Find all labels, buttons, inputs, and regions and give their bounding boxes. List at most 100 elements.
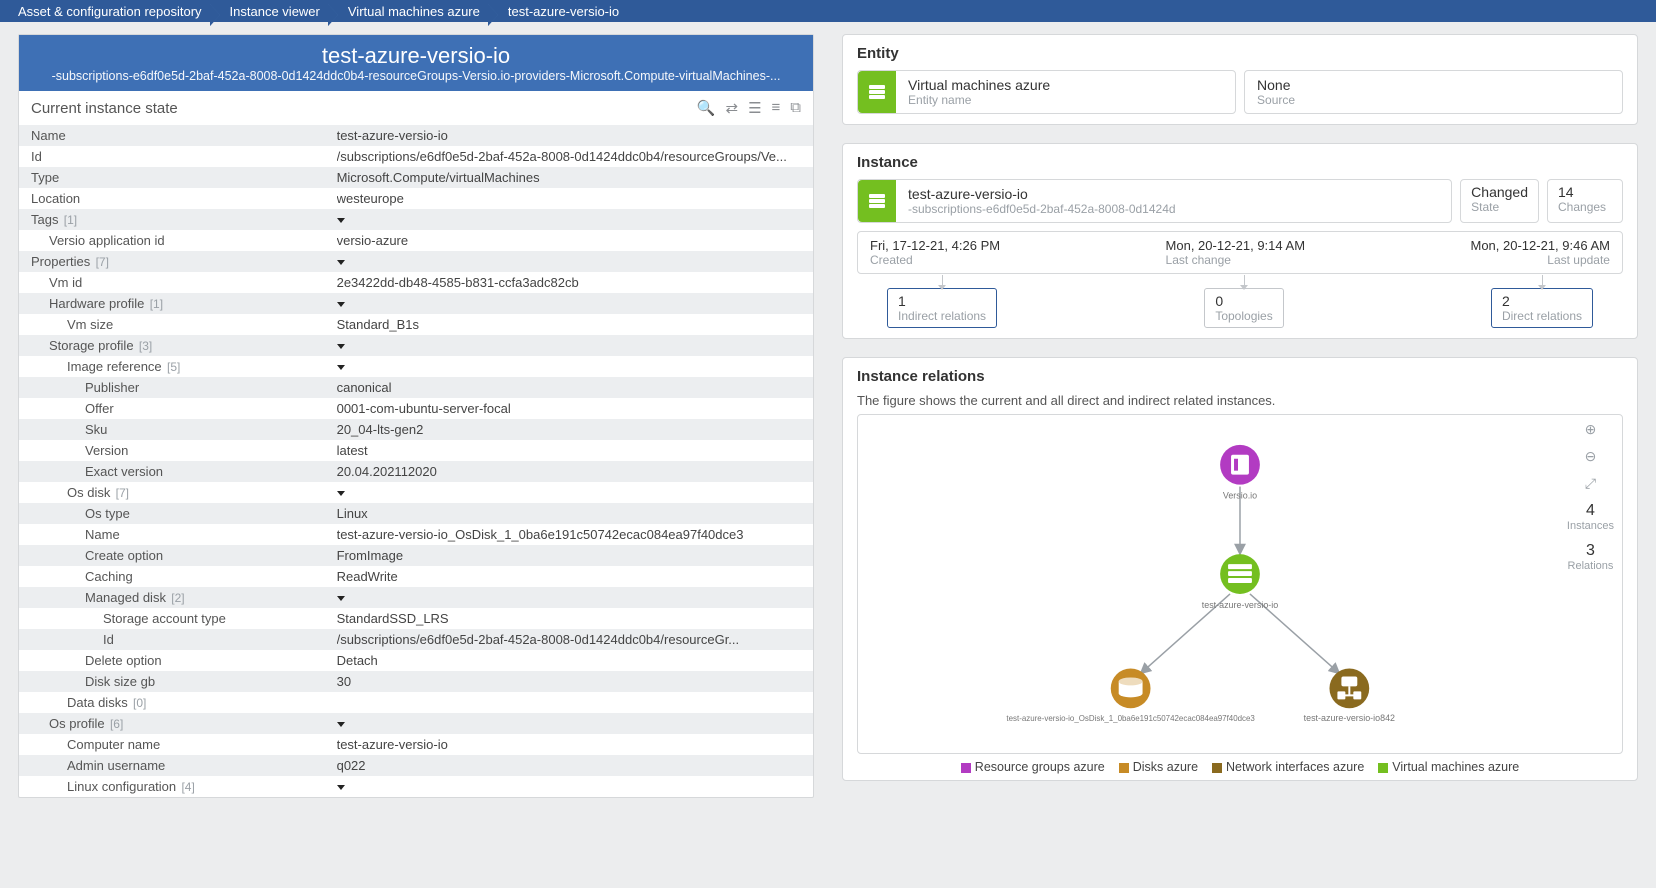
chevron-down-icon[interactable]	[337, 260, 345, 265]
property-value: Microsoft.Compute/virtualMachines	[337, 167, 813, 188]
breadcrumb-item[interactable]: Instance viewer	[220, 4, 338, 19]
property-row: Locationwesteurope	[19, 188, 813, 209]
property-value: 0001-com-ubuntu-server-focal	[337, 398, 813, 419]
property-value: versio-azure	[337, 230, 813, 251]
chevron-down-icon[interactable]	[337, 302, 345, 307]
chevron-down-icon[interactable]	[337, 365, 345, 370]
property-row: Vm id2e3422dd-db48-4585-b831-ccfa3adc82c…	[19, 272, 813, 293]
chevron-down-icon[interactable]	[337, 218, 345, 223]
panel-title: test-azure-versio-io -subscriptions-e6df…	[19, 35, 813, 91]
property-key: Storage profile [3]	[19, 335, 337, 356]
property-row[interactable]: Managed disk [2]	[19, 587, 813, 608]
property-value: 20.04.202112020	[337, 461, 813, 482]
instance-changes: 14	[1558, 184, 1612, 200]
entity-name-box[interactable]: Virtual machines azure Entity name	[857, 70, 1236, 114]
entity-card: Entity Virtual machines azure Entity nam…	[842, 34, 1638, 125]
property-row: Delete optionDetach	[19, 650, 813, 671]
legend-swatch	[1119, 763, 1129, 773]
property-value	[337, 587, 813, 608]
graph-relations-stat: 3 Relations	[1568, 542, 1614, 572]
property-count: [6]	[105, 717, 124, 731]
collapse-all-icon[interactable]: ≡	[772, 99, 781, 117]
topologies-box[interactable]: 0 Topologies	[1204, 288, 1283, 328]
property-key: Admin username	[19, 755, 337, 776]
property-value: /subscriptions/e6df0e5d-2baf-452a-8008-0…	[337, 146, 813, 167]
property-row[interactable]: Linux configuration [4]	[19, 776, 813, 797]
instance-state-box[interactable]: Changed State	[1460, 179, 1539, 223]
property-count: [7]	[90, 255, 109, 269]
node-label: test-azure-versio-io_OsDisk_1_0ba6e191c5…	[1006, 714, 1255, 723]
relations-title: Instance relations	[857, 368, 1623, 385]
property-key: Delete option	[19, 650, 337, 671]
shuffle-icon[interactable]: ⇄	[726, 99, 739, 117]
property-key: Managed disk [2]	[19, 587, 337, 608]
breadcrumb-item[interactable]: Asset & configuration repository	[8, 4, 220, 19]
entity-name-label: Entity name	[908, 93, 1050, 107]
chevron-down-icon[interactable]	[337, 785, 345, 790]
property-row: Nametest-azure-versio-io	[19, 125, 813, 146]
relations-desc: The figure shows the current and all dir…	[857, 393, 1623, 408]
property-value	[337, 713, 813, 734]
chevron-down-icon[interactable]	[337, 722, 345, 727]
breadcrumb-item[interactable]: Virtual machines azure	[338, 4, 498, 19]
property-row[interactable]: Tags [1]	[19, 209, 813, 230]
property-value: 20_04-lts-gen2	[337, 419, 813, 440]
property-row[interactable]: Properties [7]	[19, 251, 813, 272]
instance-name-box[interactable]: test-azure-versio-io -subscriptions-e6df…	[857, 179, 1452, 223]
property-key: Type	[19, 167, 337, 188]
property-row: Versio application idversio-azure	[19, 230, 813, 251]
chevron-down-icon[interactable]	[337, 344, 345, 349]
relations-graph[interactable]: ⊕ ⊖ ⤢ 4 Instances 3 Relations	[857, 414, 1623, 754]
legend-item[interactable]: Disks azure	[1119, 760, 1198, 774]
expand-all-icon[interactable]: ☰	[748, 99, 761, 117]
copy-icon[interactable]: ⧉	[790, 99, 801, 117]
property-count: [5]	[162, 360, 181, 374]
property-key: Location	[19, 188, 337, 209]
instance-created-label: Created	[870, 253, 1000, 267]
legend-item[interactable]: Virtual machines azure	[1378, 760, 1519, 774]
property-row: Create optionFromImage	[19, 545, 813, 566]
property-key: Image reference [5]	[19, 356, 337, 377]
expand-icon[interactable]: ⤢	[1585, 475, 1596, 492]
zoom-out-icon[interactable]: ⊖	[1585, 448, 1597, 465]
property-value	[337, 482, 813, 503]
property-row[interactable]: Image reference [5]	[19, 356, 813, 377]
property-key: Hardware profile [1]	[19, 293, 337, 314]
instance-state-label: State	[1471, 200, 1528, 214]
search-icon[interactable]: 🔍	[697, 99, 716, 117]
server-icon	[858, 71, 896, 113]
property-key: Properties [7]	[19, 251, 337, 272]
property-count: [0]	[128, 696, 147, 710]
node-label: test-azure-versio-io842	[1304, 713, 1395, 723]
property-row[interactable]: Storage profile [3]	[19, 335, 813, 356]
zoom-in-icon[interactable]: ⊕	[1585, 421, 1597, 438]
property-row: Id/subscriptions/e6df0e5d-2baf-452a-8008…	[19, 146, 813, 167]
property-value: test-azure-versio-io	[337, 125, 813, 146]
entity-source: None	[1257, 77, 1295, 93]
indirect-relations-box[interactable]: 1 Indirect relations	[887, 288, 997, 328]
chevron-down-icon[interactable]	[337, 596, 345, 601]
instance-detail-panel: test-azure-versio-io -subscriptions-e6df…	[18, 34, 814, 798]
property-key: Versio application id	[19, 230, 337, 251]
chevron-down-icon[interactable]	[337, 491, 345, 496]
property-key: Exact version	[19, 461, 337, 482]
property-row[interactable]: Os disk [7]	[19, 482, 813, 503]
property-key: Os profile [6]	[19, 713, 337, 734]
indirect-count: 1	[898, 293, 986, 309]
instance-card-title: Instance	[857, 154, 1623, 171]
instance-changes-box[interactable]: 14 Changes	[1547, 179, 1623, 223]
graph-instances-stat: 4 Instances	[1567, 502, 1614, 532]
property-row: Id/subscriptions/e6df0e5d-2baf-452a-8008…	[19, 629, 813, 650]
property-value	[337, 692, 813, 713]
property-row[interactable]: Hardware profile [1]	[19, 293, 813, 314]
legend-item[interactable]: Network interfaces azure	[1212, 760, 1364, 774]
instance-last-change: Mon, 20-12-21, 9:14 AM	[1166, 238, 1305, 253]
breadcrumb-item[interactable]: test-azure-versio-io	[498, 4, 637, 19]
entity-source-box[interactable]: None Source	[1244, 70, 1623, 114]
property-value: Linux	[337, 503, 813, 524]
instance-timestamps: Fri, 17-12-21, 4:26 PM Created Mon, 20-1…	[857, 231, 1623, 274]
node-label: test-azure-versio-io	[1202, 600, 1279, 610]
direct-relations-box[interactable]: 2 Direct relations	[1491, 288, 1593, 328]
property-row[interactable]: Os profile [6]	[19, 713, 813, 734]
legend-item[interactable]: Resource groups azure	[961, 760, 1105, 774]
